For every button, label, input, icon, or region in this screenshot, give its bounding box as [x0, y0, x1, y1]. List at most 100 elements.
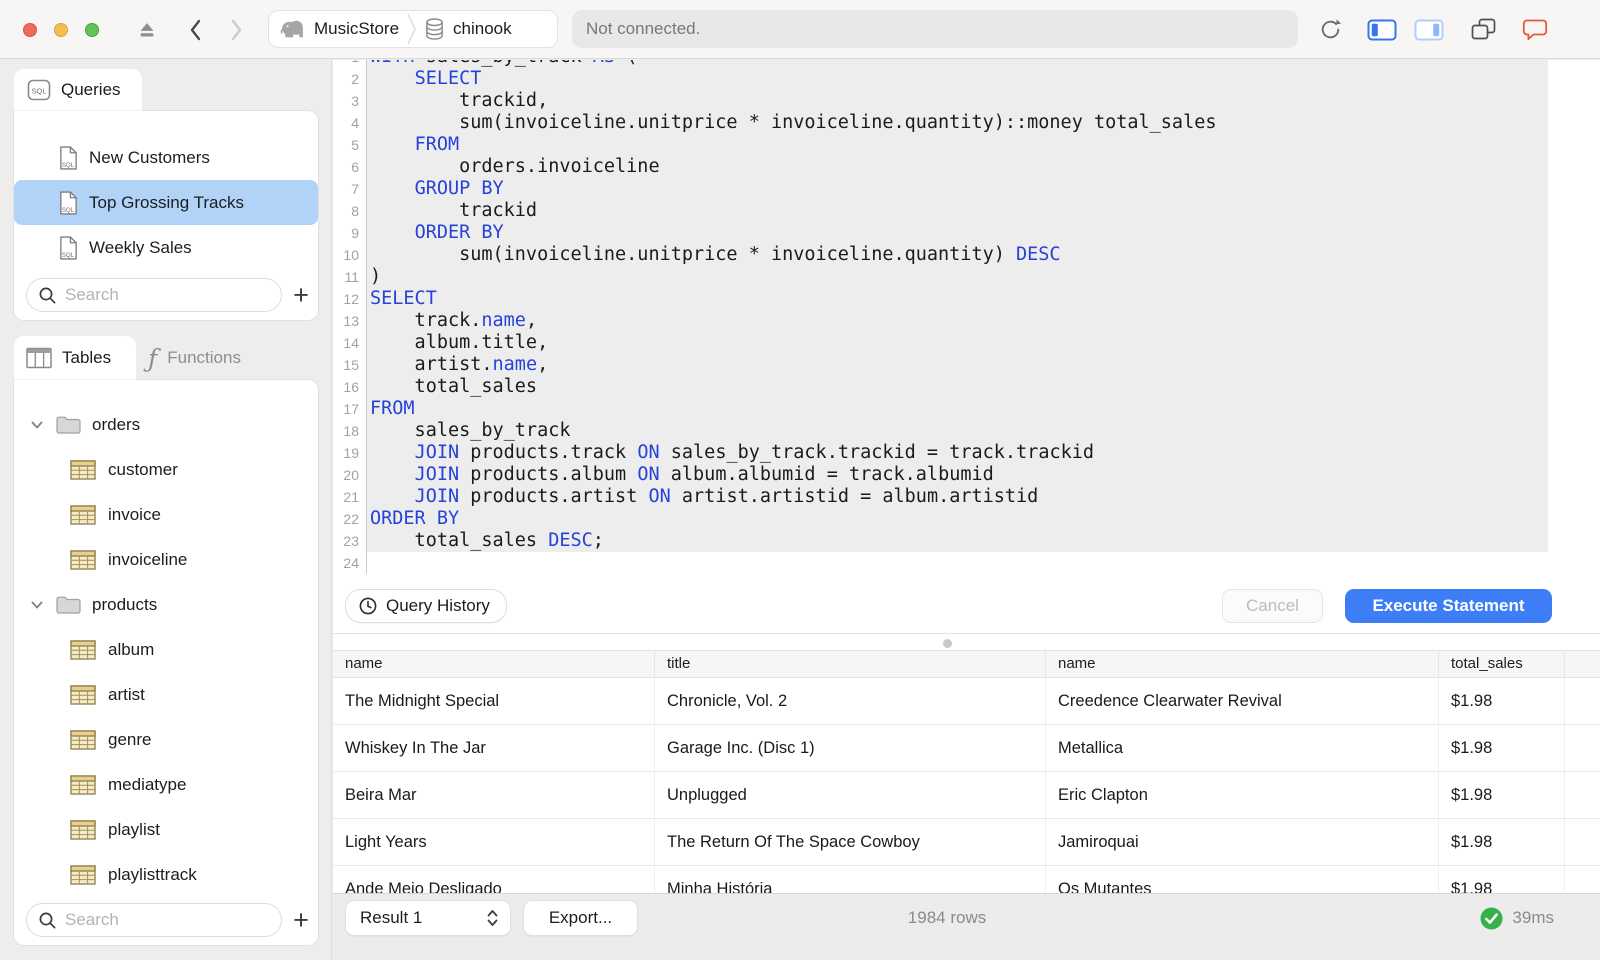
- back-icon[interactable]: [183, 0, 209, 59]
- queries-search-input[interactable]: [65, 285, 270, 305]
- table-row[interactable]: The Midnight Special Chronicle, Vol. 2 Cre…: [333, 678, 1600, 725]
- code-line-7[interactable]: 7 GROUP BY: [333, 178, 1600, 200]
- column-header-name-2[interactable]: name: [1046, 651, 1439, 677]
- code-lines: 1WITH sales_by_track AS (2 SELECT3 track…: [333, 60, 1600, 574]
- toggle-left-sidebar-icon[interactable]: [1366, 0, 1398, 59]
- tree-item-customer[interactable]: customer: [14, 447, 318, 492]
- cancel-button[interactable]: Cancel: [1222, 589, 1323, 623]
- code-line-9[interactable]: 9 ORDER BY: [333, 222, 1600, 244]
- code-line-8[interactable]: 8 trackid: [333, 200, 1600, 222]
- export-button[interactable]: Export...: [523, 900, 638, 936]
- tree-item-genre[interactable]: genre: [14, 717, 318, 762]
- table-cell[interactable]: Metallica: [1046, 725, 1439, 771]
- editor-results-splitter[interactable]: [333, 633, 1600, 650]
- code-line-6[interactable]: 6 orders.invoiceline: [333, 156, 1600, 178]
- column-header-total_sales-3[interactable]: total_sales: [1439, 651, 1565, 677]
- tree-item-playlist[interactable]: playlist: [14, 807, 318, 852]
- execute-statement-button[interactable]: Execute Statement: [1345, 589, 1552, 623]
- table-cell[interactable]: The Midnight Special: [333, 678, 655, 724]
- table-cell[interactable]: $1.98: [1439, 678, 1565, 724]
- code-line-14[interactable]: 14 album.title,: [333, 332, 1600, 354]
- query-list-item[interactable]: SQL Weekly Sales: [14, 225, 318, 270]
- code-line-13[interactable]: 13 track.name,: [333, 310, 1600, 332]
- table-row[interactable]: Whiskey In The Jar Garage Inc. (Disc 1) Me…: [333, 725, 1600, 772]
- windows-icon[interactable]: [1468, 0, 1498, 59]
- code-line-1[interactable]: 1WITH sales_by_track AS (: [333, 60, 1600, 68]
- chevron-down-icon[interactable]: [29, 597, 45, 613]
- column-header-name-0[interactable]: name: [333, 651, 655, 677]
- splitter-handle[interactable]: [943, 639, 952, 648]
- code-line-11[interactable]: 11): [333, 266, 1600, 288]
- table-cell[interactable]: Os Mutantes: [1046, 866, 1439, 893]
- table-cell[interactable]: Eric Clapton: [1046, 772, 1439, 818]
- tree-item-products[interactable]: products: [14, 582, 318, 627]
- zoom-icon[interactable]: [85, 23, 99, 37]
- table-cell[interactable]: $1.98: [1439, 819, 1565, 865]
- table-cell[interactable]: $1.98: [1439, 772, 1565, 818]
- tab-tables[interactable]: Tables: [14, 336, 136, 380]
- code-line-3[interactable]: 3 trackid,: [333, 90, 1600, 112]
- table-cell[interactable]: Jamiroquai: [1046, 819, 1439, 865]
- code-line-16[interactable]: 16 total_sales: [333, 376, 1600, 398]
- tables-search-input[interactable]: [65, 910, 270, 930]
- tree-item-invoiceline[interactable]: invoiceline: [14, 537, 318, 582]
- minimize-icon[interactable]: [54, 23, 68, 37]
- code-line-20[interactable]: 20 JOIN products.album ON album.albumid …: [333, 464, 1600, 486]
- table-cell[interactable]: Creedence Clearwater Revival: [1046, 678, 1439, 724]
- breadcrumb-server[interactable]: MusicStore: [279, 17, 399, 41]
- code-line-2[interactable]: 2 SELECT: [333, 68, 1600, 90]
- table-cell[interactable]: Light Years: [333, 819, 655, 865]
- tree-item-playlisttrack[interactable]: playlisttrack: [14, 852, 318, 897]
- table-cell[interactable]: Whiskey In The Jar: [333, 725, 655, 771]
- table-row[interactable]: Light Years The Return Of The Space Cowbo…: [333, 819, 1600, 866]
- feedback-bubble-icon[interactable]: [1520, 0, 1550, 59]
- code-line-10[interactable]: 10 sum(invoiceline.unitprice * invoiceli…: [333, 244, 1600, 266]
- code-line-23[interactable]: 23 total_sales DESC;: [333, 530, 1600, 552]
- table-cell[interactable]: Unplugged: [655, 772, 1046, 818]
- queries-search-field[interactable]: [26, 278, 282, 312]
- table-cell[interactable]: The Return Of The Space Cowboy: [655, 819, 1046, 865]
- code-line-18[interactable]: 18 sales_by_track: [333, 420, 1600, 442]
- add-query-button[interactable]: +: [290, 280, 312, 310]
- table-row[interactable]: Ande Meio Desligado Minha História Os Muta…: [333, 866, 1600, 893]
- table-cell[interactable]: Beira Mar: [333, 772, 655, 818]
- code-line-5[interactable]: 5 FROM: [333, 134, 1600, 156]
- code-line-15[interactable]: 15 artist.name,: [333, 354, 1600, 376]
- table-cell[interactable]: $1.98: [1439, 725, 1565, 771]
- query-history-button[interactable]: Query History: [345, 589, 507, 623]
- tab-queries[interactable]: SQL Queries: [14, 69, 142, 111]
- table-row[interactable]: Beira Mar Unplugged Eric Clapton $1.98: [333, 772, 1600, 819]
- code-line-19[interactable]: 19 JOIN products.track ON sales_by_track…: [333, 442, 1600, 464]
- tree-item-invoice[interactable]: invoice: [14, 492, 318, 537]
- tables-search-field[interactable]: [26, 903, 282, 937]
- breadcrumb-database[interactable]: chinook: [424, 17, 512, 42]
- code-line-4[interactable]: 4 sum(invoiceline.unitprice * invoicelin…: [333, 112, 1600, 134]
- code-line-22[interactable]: 22 ORDER BY: [333, 508, 1600, 530]
- add-table-button[interactable]: +: [290, 905, 312, 935]
- code-line-21[interactable]: 21 JOIN products.artist ON artist.artist…: [333, 486, 1600, 508]
- query-list-item[interactable]: SQL New Customers: [14, 135, 318, 180]
- table-cell[interactable]: Chronicle, Vol. 2: [655, 678, 1046, 724]
- sql-editor[interactable]: 1WITH sales_by_track AS (2 SELECT3 track…: [333, 60, 1600, 633]
- refresh-icon[interactable]: [1316, 0, 1344, 59]
- tree-item-album[interactable]: album: [14, 627, 318, 672]
- result-selector[interactable]: Result 1: [345, 900, 511, 936]
- code-line-24[interactable]: 24: [333, 552, 1600, 574]
- chevron-down-icon[interactable]: [29, 417, 45, 433]
- table-cell[interactable]: Minha História: [655, 866, 1046, 893]
- tab-functions[interactable]: ƒ Functions: [142, 336, 241, 380]
- toggle-right-panel-icon[interactable]: [1413, 0, 1445, 59]
- column-header-title-1[interactable]: title: [655, 651, 1046, 677]
- forward-icon[interactable]: [223, 0, 249, 59]
- tree-item-orders[interactable]: orders: [14, 402, 318, 447]
- query-list-item[interactable]: SQL Top Grossing Tracks: [14, 180, 318, 225]
- tree-item-artist[interactable]: artist: [14, 672, 318, 717]
- tree-item-mediatype[interactable]: mediatype: [14, 762, 318, 807]
- table-cell[interactable]: $1.98: [1439, 866, 1565, 893]
- eject-icon[interactable]: [134, 0, 160, 59]
- code-line-12[interactable]: 12 SELECT: [333, 288, 1600, 310]
- code-line-17[interactable]: 17 FROM: [333, 398, 1600, 420]
- table-cell[interactable]: Ande Meio Desligado: [333, 866, 655, 893]
- table-cell[interactable]: Garage Inc. (Disc 1): [655, 725, 1046, 771]
- close-icon[interactable]: [23, 23, 37, 37]
